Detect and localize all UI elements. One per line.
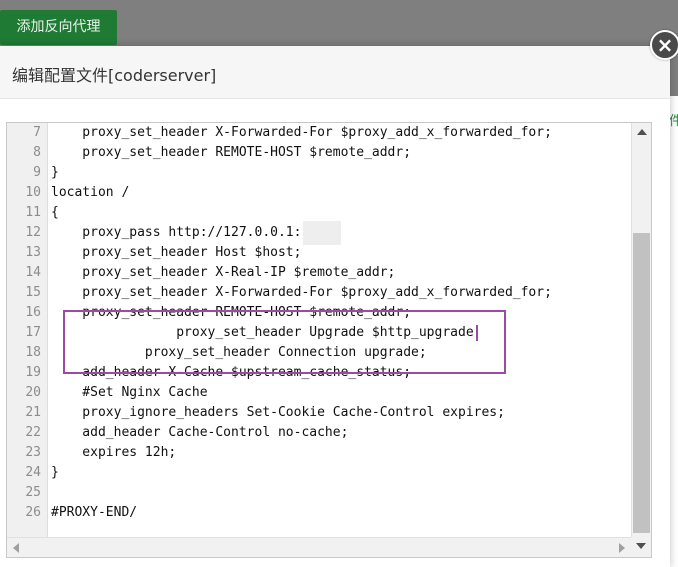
scrollbar-corner [631,537,651,557]
chevron-left-icon[interactable] [13,543,19,553]
vertical-scroll-thumb[interactable] [633,233,650,533]
code-text[interactable]: expires 12h; [51,443,176,463]
line-number: 21 [25,405,41,420]
code-text[interactable]: { [51,203,59,223]
line-number: 16 [25,305,41,320]
code-text[interactable]: proxy_ignore_headers Set-Cookie Cache-Co… [51,403,505,423]
line-number: 19 [25,365,41,380]
code-line[interactable]: 20 #Set Nginx Cache [7,383,627,403]
code-text[interactable]: proxy_set_header X-Forwarded-For $proxy_… [51,283,552,303]
line-number: 22 [25,425,41,440]
add-reverse-proxy-button[interactable]: 添加反向代理 [0,10,117,45]
line-number: 12 [25,225,41,240]
code-text[interactable]: } [51,163,59,183]
code-line[interactable]: 7 proxy_set_header X-Forwarded-For $prox… [7,123,627,143]
code-line[interactable]: 15 proxy_set_header X-Forwarded-For $pro… [7,283,627,303]
code-line[interactable]: 10 location / [7,183,627,203]
line-number: 25 [25,485,41,500]
line-number: 14 [25,265,41,280]
line-number: 11 [25,205,41,220]
code-text[interactable]: } [51,463,59,483]
line-number: 18 [25,345,41,360]
code-text[interactable]: proxy_set_header X-Real-IP $remote_addr; [51,263,395,283]
chevron-right-icon[interactable] [619,543,625,553]
code-line[interactable]: 24} [7,463,627,483]
code-text[interactable]: #Set Nginx Cache [51,383,207,403]
chevron-down-icon[interactable] [636,543,646,549]
code-text[interactable]: proxy_set_header Host $host; [51,243,301,263]
line-number: 23 [25,445,41,460]
line-number: 9 [33,165,41,180]
code-line[interactable]: 12 proxy_pass http://127.0.0.1: [7,221,627,245]
line-number: 7 [33,125,41,140]
code-line[interactable]: 23 expires 12h; [7,443,627,463]
highlight-annotation-box [63,310,506,374]
close-dialog-button[interactable]: × [650,30,678,60]
dialog-title: 编辑配置文件[coderserver] [12,66,217,85]
code-text[interactable]: proxy_set_header REMOTE-HOST $remote_add… [51,143,411,163]
line-number: 20 [25,385,41,400]
line-number: 17 [25,325,41,340]
code-line[interactable]: 8 proxy_set_header REMOTE-HOST $remote_a… [7,143,627,163]
line-number: 8 [33,145,41,160]
line-number: 13 [25,245,41,260]
code-line[interactable]: 13 proxy_set_header Host $host; [7,243,627,263]
line-number: 15 [25,285,41,300]
line-number: 24 [25,465,41,480]
redacted-port [303,221,341,245]
code-text[interactable]: add_header Cache-Control no-cache; [51,423,348,443]
code-line[interactable]: 25 [7,483,627,503]
line-number: 10 [25,185,41,200]
code-line[interactable]: 9} [7,163,627,183]
background-page-text: 件 [669,114,678,129]
code-text[interactable]: #PROXY-END/ [51,503,137,523]
code-text[interactable]: proxy_pass http://127.0.0.1: [51,223,301,243]
dialog-header: 编辑配置文件[coderserver] [0,46,670,99]
vertical-scrollbar[interactable] [631,123,651,537]
close-icon[interactable]: × [652,32,678,58]
line-number: 26 [25,505,41,520]
edit-config-dialog: 编辑配置文件[coderserver] 7 proxy_set_header X… [0,46,670,567]
code-editor[interactable]: 7 proxy_set_header X-Forwarded-For $prox… [6,122,652,558]
code-text[interactable]: proxy_set_header X-Forwarded-For $proxy_… [51,123,552,143]
code-line[interactable]: 11 { [7,203,627,223]
code-text[interactable]: location / [51,183,129,203]
code-line[interactable]: 22 add_header Cache-Control no-cache; [7,423,627,443]
chevron-up-icon[interactable] [637,129,647,135]
code-line[interactable]: 14 proxy_set_header X-Real-IP $remote_ad… [7,263,627,283]
code-line[interactable]: 21 proxy_ignore_headers Set-Cookie Cache… [7,403,627,423]
code-line[interactable]: 26 #PROXY-END/ [7,503,627,523]
horizontal-scrollbar[interactable] [7,537,631,557]
